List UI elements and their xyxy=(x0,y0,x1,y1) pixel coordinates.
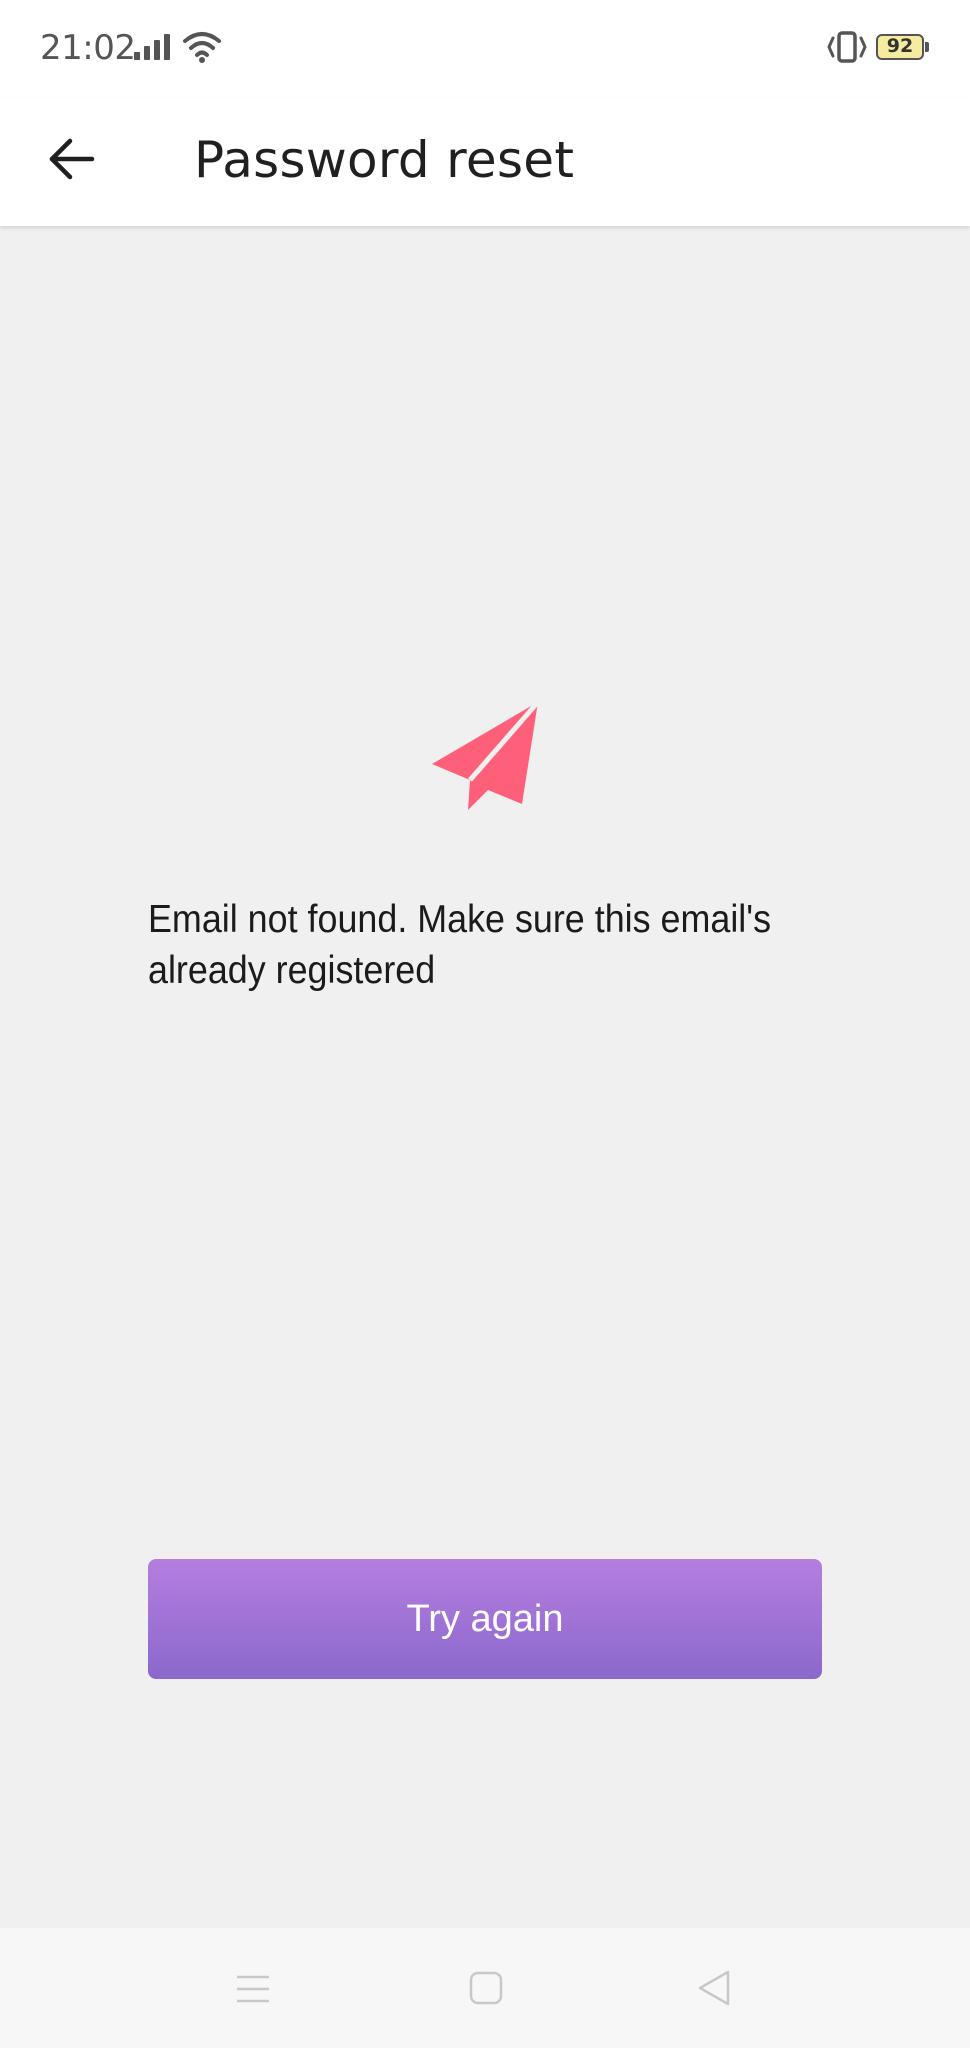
paper-plane-icon xyxy=(432,700,540,810)
back-button[interactable] xyxy=(36,124,106,194)
try-again-button[interactable]: Try again xyxy=(148,1559,822,1679)
home-square-icon[interactable] xyxy=(468,1970,504,2006)
signal-icon xyxy=(134,34,170,60)
battery-level: 92 xyxy=(886,35,914,57)
app-bar: Password reset xyxy=(0,98,970,226)
arrow-left-icon xyxy=(49,138,95,180)
page-title: Password reset xyxy=(194,131,575,189)
wifi-icon xyxy=(183,32,221,63)
password-reset-screen: 21:02 92 Password reset Email not found.… xyxy=(0,0,970,2048)
status-time: 21:02 xyxy=(40,28,136,68)
battery-tip xyxy=(925,42,929,52)
back-triangle-icon[interactable] xyxy=(694,1968,734,2008)
vibrate-icon xyxy=(827,31,867,63)
system-nav-bar xyxy=(0,1928,970,2048)
battery-icon: 92 xyxy=(876,34,924,60)
menu-icon[interactable] xyxy=(234,1972,272,2006)
error-message: Email not found. Make sure this email's … xyxy=(148,898,772,992)
status-bar: 21:02 92 xyxy=(0,0,970,98)
